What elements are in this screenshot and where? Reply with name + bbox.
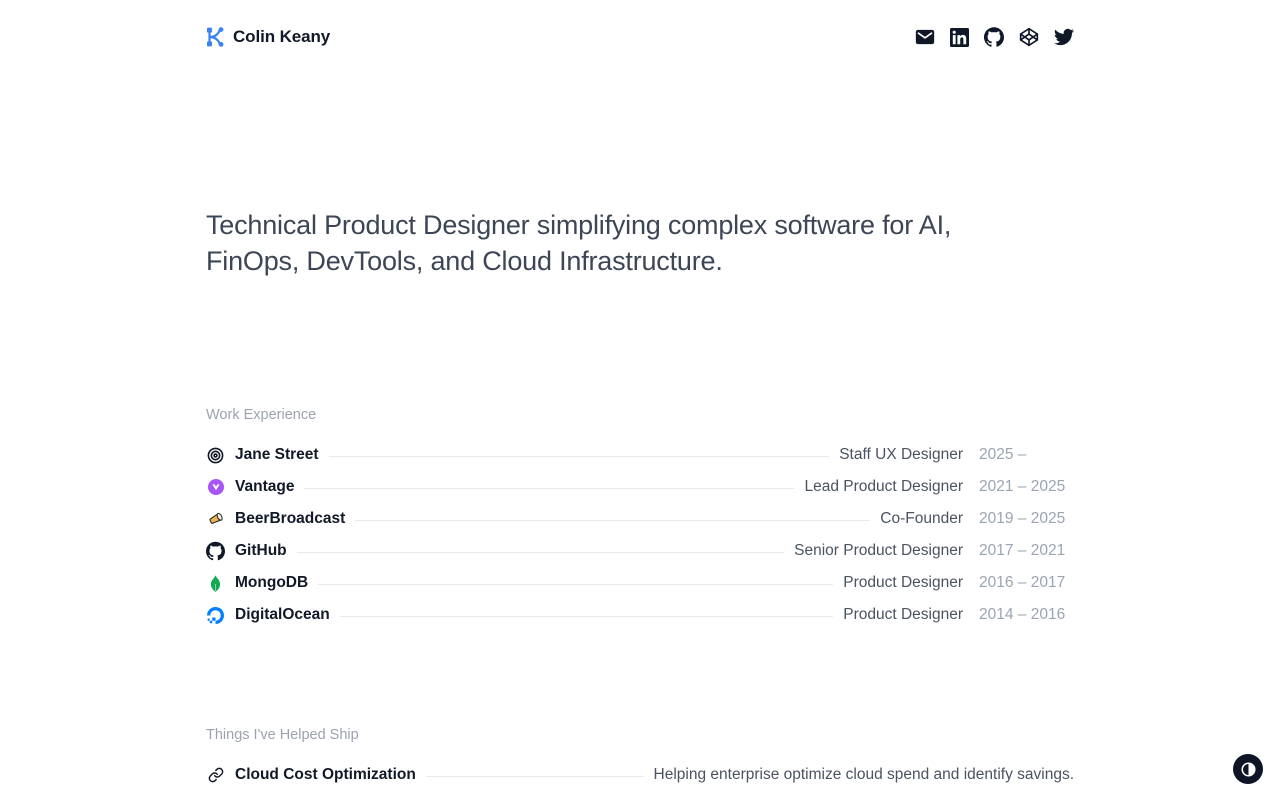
work-row: Jane Street Staff UX Designer 2025 – <box>206 439 1074 471</box>
company-name: MongoDB <box>235 574 308 592</box>
email-link[interactable] <box>915 27 935 47</box>
company-name: Jane Street <box>235 446 319 464</box>
work-row: GitHub Senior Product Designer 2017 – 2021 <box>206 535 1074 567</box>
github-link[interactable] <box>984 27 1004 47</box>
company-name: BeerBroadcast <box>235 510 345 528</box>
work-section-label: Work Experience <box>206 407 1074 423</box>
company-link-beerbroadcast[interactable]: BeerBroadcast <box>206 510 345 528</box>
period-label: 2021 – 2025 <box>979 478 1074 496</box>
work-row: BeerBroadcast Co-Founder 2019 – 2025 <box>206 503 1074 535</box>
linkedin-icon <box>950 28 969 47</box>
headline: Technical Product Designer simplifying c… <box>206 207 1042 279</box>
portfolio-page: Colin Keany Technical Product Designer s… <box>206 0 1074 791</box>
company-name: Vantage <box>235 478 294 496</box>
site-header: Colin Keany <box>206 0 1074 47</box>
period-label: 2017 – 2021 <box>979 542 1074 560</box>
linkedin-link[interactable] <box>950 28 969 47</box>
row-divider <box>297 552 784 553</box>
work-row: Vantage Lead Product Designer 2021 – 2025 <box>206 471 1074 503</box>
role-label: Staff UX Designer <box>839 446 963 464</box>
project-title: Cloud Cost Optimization <box>235 766 416 784</box>
company-link-digitalocean[interactable]: DigitalOcean <box>206 606 330 624</box>
role-label: Lead Product Designer <box>804 478 963 496</box>
row-divider <box>355 520 870 521</box>
project-description: Helping enterprise optimize cloud spend … <box>654 766 1074 784</box>
email-icon <box>915 27 935 47</box>
social-nav <box>915 27 1074 47</box>
row-divider <box>426 776 644 777</box>
mongodb-icon <box>206 575 225 592</box>
row-divider <box>304 488 794 489</box>
company-name: DigitalOcean <box>235 606 330 624</box>
twitter-link[interactable] <box>1054 27 1074 47</box>
company-link-mongodb[interactable]: MongoDB <box>206 574 308 592</box>
work-experience-section: Work Experience Jane Street Staff UX Desi… <box>206 407 1074 631</box>
work-row: MongoDB Product Designer 2016 – 2017 <box>206 567 1074 599</box>
digitalocean-icon <box>206 607 225 624</box>
project-link-cloud-cost-optimization[interactable]: Cloud Cost Optimization <box>206 766 416 784</box>
company-link-vantage[interactable]: Vantage <box>206 478 294 496</box>
period-label: 2019 – 2025 <box>979 510 1074 528</box>
beer-icon <box>206 510 225 528</box>
twitter-icon <box>1054 27 1074 47</box>
role-label: Co-Founder <box>880 510 963 528</box>
codepen-link[interactable] <box>1019 27 1039 47</box>
period-label: 2014 – 2016 <box>979 606 1074 624</box>
logo-bezier-icon <box>206 27 224 47</box>
site-name: Colin Keany <box>233 27 330 47</box>
vantage-icon <box>206 479 225 495</box>
role-label: Product Designer <box>843 606 963 624</box>
github-icon <box>984 27 1004 47</box>
contrast-icon <box>1240 761 1257 778</box>
brand-link[interactable]: Colin Keany <box>206 27 330 47</box>
codepen-icon <box>1019 27 1039 47</box>
shipped-section-label: Things I've Helped Ship <box>206 727 1074 743</box>
row-divider <box>340 616 833 617</box>
period-label: 2025 – <box>979 446 1074 464</box>
theme-toggle-button[interactable] <box>1233 754 1263 784</box>
shipped-section: Things I've Helped Ship Cloud Cost Optim… <box>206 727 1074 791</box>
company-link-jane-street[interactable]: Jane Street <box>206 446 319 464</box>
shipped-rows: Cloud Cost Optimization Helping enterpris… <box>206 759 1074 791</box>
role-label: Product Designer <box>843 574 963 592</box>
role-label: Senior Product Designer <box>794 542 963 560</box>
row-divider <box>329 456 830 457</box>
company-name: GitHub <box>235 542 287 560</box>
work-rows: Jane Street Staff UX Designer 2025 – Vanta… <box>206 439 1074 631</box>
jane-street-icon <box>206 447 225 464</box>
period-label: 2016 – 2017 <box>979 574 1074 592</box>
work-row: DigitalOcean Product Designer 2014 – 2016 <box>206 599 1074 631</box>
row-divider <box>318 584 833 585</box>
company-link-github[interactable]: GitHub <box>206 541 287 561</box>
link-icon <box>206 767 225 783</box>
github-icon <box>206 541 225 561</box>
shipped-row: Cloud Cost Optimization Helping enterpris… <box>206 759 1074 791</box>
